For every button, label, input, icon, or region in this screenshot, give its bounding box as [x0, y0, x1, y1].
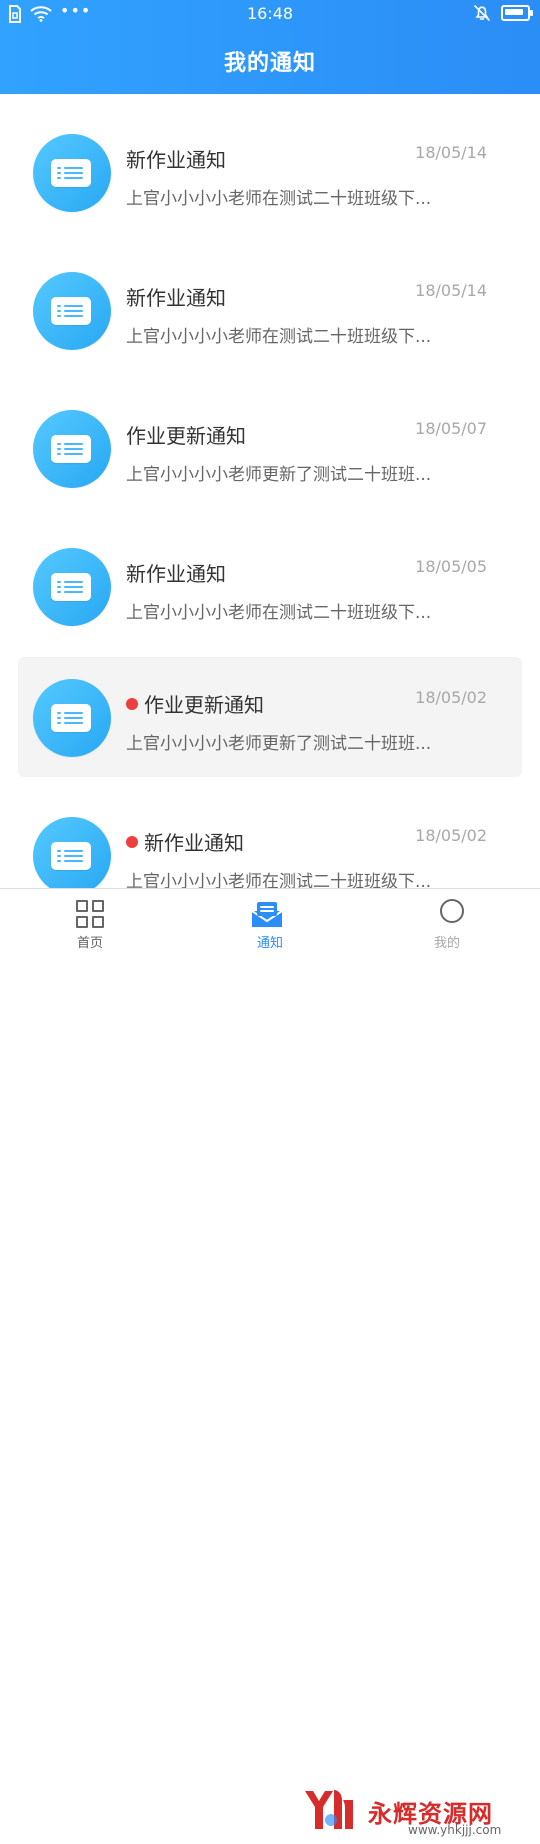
grid-icon	[76, 900, 104, 928]
profile-icon	[440, 899, 464, 923]
notification-date: 18/05/02	[415, 826, 487, 845]
notice-document-icon	[33, 548, 111, 626]
notification-title-row: 作业更新通知	[126, 689, 264, 718]
tab-notice[interactable]: 通知	[220, 889, 320, 961]
notice-document-icon	[33, 410, 111, 488]
notification-item[interactable]: 新作业通知 18/05/02 上官小小小小老师在测试二十班班级下...	[18, 795, 522, 888]
notification-title-row: 新作业通知	[126, 282, 226, 311]
notification-title-row: 作业更新通知	[126, 420, 246, 449]
notification-title-row: 新作业通知	[126, 558, 226, 587]
notification-item[interactable]: 新作业通知 18/05/05 上官小小小小老师在测试二十班班级下...	[18, 526, 522, 646]
notification-list[interactable]: 新作业通知 18/05/14 上官小小小小老师在测试二十班班级下... 新作业通…	[0, 94, 540, 888]
notification-title-row: 新作业通知	[126, 144, 226, 173]
app-header: ••• 16:48 我的通知	[0, 0, 540, 94]
notice-document-icon	[33, 817, 111, 888]
notification-date: 18/05/02	[415, 688, 487, 707]
unread-dot	[126, 835, 138, 848]
notice-document-icon	[33, 679, 111, 757]
notification-item-selected[interactable]: 作业更新通知 18/05/02 上官小小小小老师更新了测试二十班班...	[18, 657, 522, 777]
notification-title: 新作业通知	[126, 148, 226, 172]
battery-icon	[501, 5, 533, 21]
unread-dot	[126, 697, 138, 710]
notification-summary: 上官小小小小老师在测试二十班班级下...	[126, 327, 432, 347]
notification-title-row: 新作业通知	[126, 827, 244, 856]
notification-title: 新作业通知	[144, 831, 244, 855]
notification-summary: 上官小小小小老师在测试二十班班级下...	[126, 872, 432, 888]
notification-summary: 上官小小小小老师更新了测试二十班班...	[126, 465, 432, 485]
status-bar: ••• 16:48	[0, 0, 540, 28]
notification-title: 作业更新通知	[126, 424, 246, 448]
watermark-url: www.yhkjjj.com	[408, 1823, 502, 1837]
notice-document-icon	[33, 272, 111, 350]
tab-home-label: 首页	[76, 936, 103, 951]
notification-title: 新作业通知	[126, 286, 226, 310]
status-right-icons	[473, 4, 533, 22]
tab-home[interactable]: 首页	[40, 889, 140, 961]
mute-bell-icon	[474, 5, 490, 21]
notification-item[interactable]: 作业更新通知 18/05/07 上官小小小小老师更新了测试二十班班...	[18, 388, 522, 508]
notification-date: 18/05/07	[415, 419, 487, 438]
notification-item[interactable]: 新作业通知 18/05/14 上官小小小小老师在测试二十班班级下...	[18, 250, 522, 370]
notification-summary: 上官小小小小老师在测试二十班班级下...	[126, 603, 432, 623]
notification-summary: 上官小小小小老师更新了测试二十班班...	[126, 734, 432, 754]
notification-item[interactable]: 新作业通知 18/05/14 上官小小小小老师在测试二十班班级下...	[18, 112, 522, 232]
watermark: 永辉资源网 www.yhkjjj.com	[298, 1786, 530, 1844]
yh-logo-icon	[305, 1790, 353, 1829]
notification-title: 作业更新通知	[144, 693, 264, 717]
tab-me[interactable]: 我的	[400, 889, 500, 961]
tab-notice-label: 通知	[256, 936, 283, 951]
notification-date: 18/05/05	[415, 557, 487, 576]
notice-document-icon	[33, 134, 111, 212]
notification-title: 新作业通知	[126, 562, 226, 586]
page-title: 我的通知	[223, 51, 316, 76]
notification-date: 18/05/14	[415, 281, 487, 300]
notification-date: 18/05/14	[415, 143, 487, 162]
bottom-tab-bar: 首页 通知 我的 永辉资源网 www.yhkjjj.com	[0, 888, 540, 1837]
mail-icon	[251, 902, 283, 927]
tab-me-label: 我的	[434, 936, 461, 951]
notification-summary: 上官小小小小老师在测试二十班班级下...	[126, 189, 432, 209]
status-time: 16:48	[246, 4, 294, 23]
